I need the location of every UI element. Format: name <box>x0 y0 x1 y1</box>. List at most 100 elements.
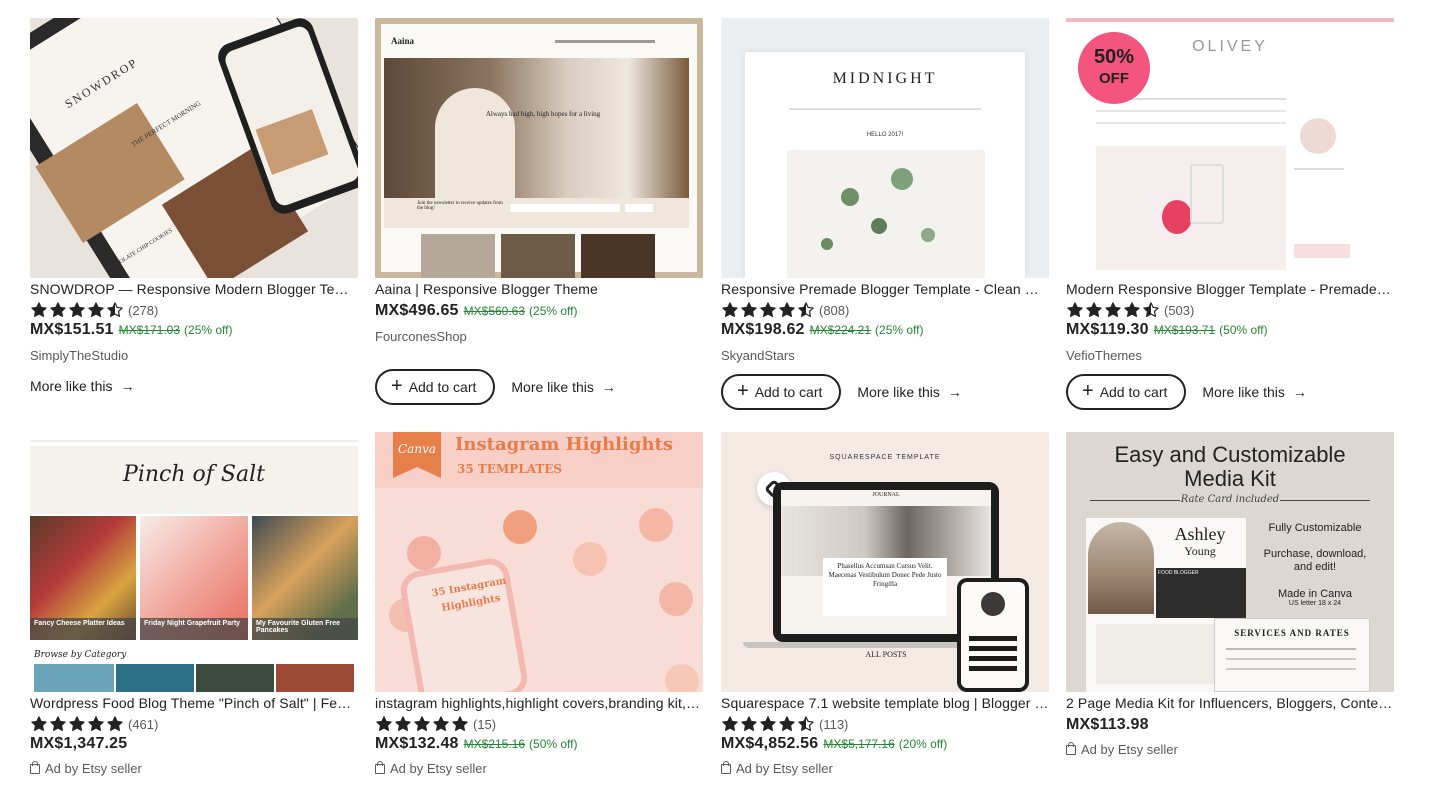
product-title[interactable]: Aaina | Responsive Blogger Theme <box>375 280 703 298</box>
product-title[interactable]: instagram highlights,highlight covers,br… <box>375 694 703 712</box>
product-title[interactable]: Squarespace 7.1 website template blog | … <box>721 694 1049 712</box>
add-to-cart-button[interactable]: + Add to cart <box>721 374 842 410</box>
thumb-newsletter: Join the newsletter to receive updates f… <box>417 201 503 211</box>
star-full-icon <box>107 716 123 731</box>
star-full-icon <box>414 716 430 731</box>
thumb-feature-3: Made in Canva <box>1278 588 1352 600</box>
product-title[interactable]: Responsive Premade Blogger Template - Cl… <box>721 280 1049 298</box>
product-image[interactable]: SNOWDROP THE PERFECT MORNING CHOCOLATE C… <box>30 18 358 278</box>
arrow-right-icon: → <box>947 384 962 400</box>
price-row: MX$151.51 MX$171.03 (25% off) <box>30 321 358 345</box>
product-image[interactable]: MIDNIGHT HELLO 2017! <box>721 18 1049 278</box>
product-image[interactable]: Aaina Always had high, high hopes for a … <box>375 18 703 278</box>
star-rating <box>30 715 124 733</box>
sale-price: MX$496.65 <box>375 302 459 319</box>
rating: (503) <box>1066 300 1394 320</box>
star-half-icon <box>1143 302 1159 317</box>
more-like-this-link[interactable]: More like this → <box>30 378 134 394</box>
badge-bottom: OFF <box>1099 70 1129 87</box>
shop-name[interactable]: SimplyTheStudio <box>30 346 358 366</box>
star-full-icon <box>88 302 104 317</box>
star-full-icon <box>760 302 776 317</box>
product-image[interactable]: Canva Instagram Highlights 35 TEMPLATES … <box>375 432 703 692</box>
rating: (113) <box>721 714 1049 734</box>
star-full-icon <box>1105 302 1121 317</box>
olivey-blog-illustration: OLIVEY 50% OFF <box>1066 18 1394 278</box>
ad-text: Ad by Etsy seller <box>390 761 487 776</box>
thumb-headline: HELLO 2017! <box>866 132 904 138</box>
rating: (278) <box>30 300 358 320</box>
blog-theme-illustration: Aaina Always had high, high hopes for a … <box>375 18 703 278</box>
discount-label: (20% off) <box>898 737 948 751</box>
thumb-name-2: Young <box>1184 544 1216 558</box>
product-title[interactable]: SNOWDROP — Responsive Modern Blogger Tem… <box>30 280 358 298</box>
thumb-caption-2: Friday Night Grapefruit Party <box>144 620 241 627</box>
star-full-icon <box>88 716 104 731</box>
star-half-icon <box>798 302 814 317</box>
price-row: MX$119.30 MX$193.71 (50% off) <box>1066 321 1394 345</box>
shopping-bag-icon <box>1066 742 1076 755</box>
add-to-cart-label: Add to cart <box>1099 384 1168 400</box>
original-price: MX$5,177.16 <box>823 737 895 751</box>
add-to-cart-button[interactable]: + Add to cart <box>1066 374 1187 410</box>
review-count: (15) <box>473 716 497 732</box>
rating: (808) <box>721 300 1049 320</box>
star-full-icon <box>376 716 392 731</box>
thumb-services: SERVICES AND RATES <box>1234 628 1350 638</box>
product-image[interactable]: SQUARESPACE TEMPLATE JOURNAL Phasellus A… <box>721 432 1049 692</box>
product-image[interactable]: OLIVEY 50% OFF <box>1066 18 1394 278</box>
instagram-highlights-illustration: Canva Instagram Highlights 35 TEMPLATES … <box>375 432 703 692</box>
discount-label: (50% off) <box>1219 323 1268 337</box>
more-like-this-label: More like this <box>857 384 940 400</box>
thumb-browse: Browse by Category <box>34 650 127 660</box>
ad-text: Ad by Etsy seller <box>736 761 833 776</box>
review-count: (808) <box>819 302 850 318</box>
ad-label: Ad by Etsy seller <box>30 759 358 779</box>
price-row: MX$113.98 <box>1066 716 1394 740</box>
star-full-icon <box>69 302 85 317</box>
thumb-feature-1: Fully Customizable <box>1268 522 1362 534</box>
more-like-this-link[interactable]: More like this → <box>857 384 961 400</box>
product-title[interactable]: 2 Page Media Kit for Influencers, Blogge… <box>1066 694 1394 712</box>
star-half-icon <box>107 302 123 317</box>
star-full-icon <box>433 716 449 731</box>
thumb-headline-2: Media Kit <box>1184 466 1276 491</box>
product-image[interactable]: Easy and Customizable Media Kit Rate Car… <box>1066 432 1394 692</box>
product-title[interactable]: Modern Responsive Blogger Template - Pre… <box>1066 280 1394 298</box>
minimal-blog-illustration: MIDNIGHT HELLO 2017! <box>721 18 1049 278</box>
arrow-right-icon: → <box>601 379 616 395</box>
price-row: MX$132.48 MX$215.16 (50% off) <box>375 735 703 759</box>
review-count: (113) <box>819 716 849 732</box>
star-full-icon <box>722 716 738 731</box>
discount-label: (50% off) <box>529 737 578 751</box>
thumb-quote: Phasellus Accumsan Cursus Velit. Maecena… <box>828 562 942 588</box>
more-like-this-link[interactable]: More like this → <box>511 379 615 395</box>
star-rating <box>375 715 469 733</box>
shopping-bag-icon <box>30 761 40 774</box>
star-full-icon <box>69 716 85 731</box>
add-to-cart-button[interactable]: + Add to cart <box>375 369 496 405</box>
star-full-icon <box>1124 302 1140 317</box>
more-like-this-link[interactable]: More like this → <box>1202 384 1306 400</box>
star-full-icon <box>50 716 66 731</box>
price-row: MX$4,852.56 MX$5,177.16 (20% off) <box>721 735 1049 759</box>
shop-name[interactable]: FourconesShop <box>375 327 703 347</box>
more-like-this-label: More like this <box>1202 384 1285 400</box>
discount-label: (25% off) <box>875 323 924 337</box>
product-title[interactable]: Wordpress Food Blog Theme "Pinch of Salt… <box>30 694 358 712</box>
shopping-bag-icon <box>375 761 385 774</box>
shop-name[interactable]: SkyandStars <box>721 346 1049 366</box>
star-full-icon <box>31 302 47 317</box>
sale-price: MX$4,852.56 <box>721 735 819 752</box>
star-full-icon <box>1067 302 1083 317</box>
star-full-icon <box>722 302 738 317</box>
star-half-icon <box>798 716 814 731</box>
product-image[interactable]: Pinch of Salt Fancy Cheese Platter Ideas… <box>30 432 358 692</box>
media-kit-illustration: Easy and Customizable Media Kit Rate Car… <box>1066 432 1394 692</box>
star-full-icon <box>741 302 757 317</box>
shop-name[interactable]: VefioThemes <box>1066 346 1394 366</box>
star-full-icon <box>50 302 66 317</box>
ad-text: Ad by Etsy seller <box>45 761 142 776</box>
thumb-tag: Canva <box>398 442 436 456</box>
thumb-brand: Pinch of Salt <box>123 462 265 487</box>
